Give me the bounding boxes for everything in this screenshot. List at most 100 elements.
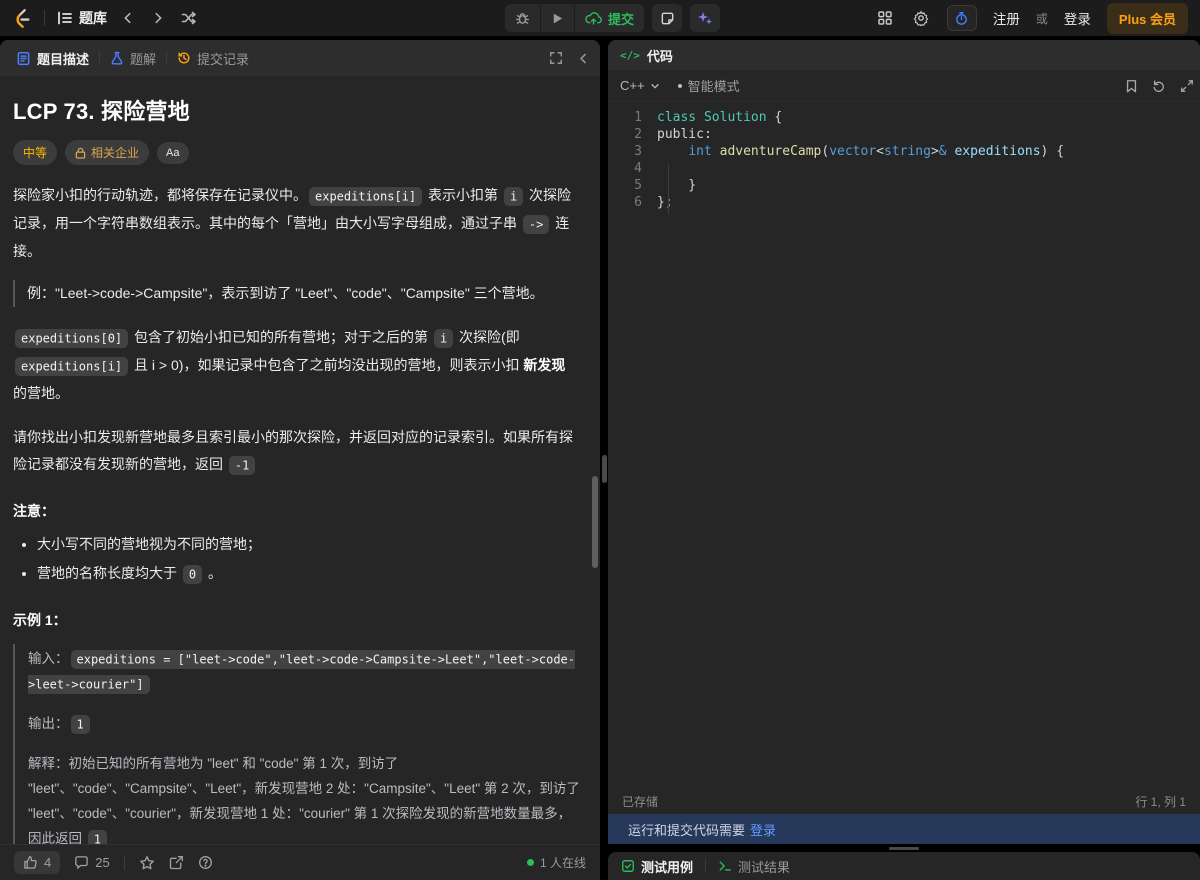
collapse-panel-icon[interactable] [577,52,590,65]
fullscreen-icon[interactable] [549,51,563,65]
leetcode-logo[interactable] [10,6,32,30]
code-icon: </> [620,48,640,62]
share-button[interactable] [169,855,184,870]
example-1-title: 示例 1： [13,612,67,628]
code-panel: </> 代码 C++ 智能模式 1 class Solution {2 pub… [608,40,1200,844]
panel-resizer-horizontal[interactable] [608,844,1200,852]
reset-code-icon[interactable] [1152,79,1166,93]
next-problem-button[interactable] [149,9,167,27]
paragraph: expeditions[0] 包含了初始小扣已知的所有营地；对于之后的第 i 次… [13,328,566,401]
divider [166,51,168,65]
console-panel: 测试用例 测试结果 [608,852,1200,880]
comments-button[interactable]: 25 [74,855,110,870]
tab-submissions-label: 提交记录 [197,51,250,67]
problem-list-nav[interactable]: 题库 [57,8,107,28]
bug-icon [516,12,529,24]
terminal-icon [719,861,731,871]
plus-membership-button[interactable]: Plus 会员 [1106,2,1188,34]
help-button[interactable] [198,855,213,870]
translate-badge[interactable]: Aa [157,141,189,164]
chevron-down-icon [650,83,659,89]
divider [123,855,125,870]
problem-title: LCP 73. 探险营地 [13,99,190,124]
difficulty-badge[interactable]: 中等 [13,140,58,165]
code-line: 2 public: [634,127,712,142]
tag-row: 中等 相关企业 Aa [13,140,582,165]
sparkle-icon [698,12,713,25]
code-line: 1 class Solution { [634,110,783,125]
note-item: 大小写不同的营地视为不同的营地； [37,531,582,558]
code-panel-title: 代码 [646,48,673,64]
like-button[interactable]: 4 [14,851,61,874]
editor-toolbar: C++ 智能模式 [608,70,1200,102]
register-link[interactable]: 注册 [993,8,1020,28]
online-dot-icon [526,859,534,866]
divider [705,859,707,873]
example-output: 输出： 1 [28,711,582,736]
grid-icon [878,11,892,25]
run-submit-group: 提交 [505,4,645,32]
tab-description-label: 题目描述 [37,51,90,67]
ai-assistant-button[interactable] [690,4,721,32]
language-select[interactable]: C++ [620,78,660,93]
problem-content: LCP 73. 探险营地 中等 相关企业 Aa 探险家小扣的行动轨迹，都将保存在… [0,76,600,844]
login-link[interactable]: 登录 [1064,8,1091,28]
code-line: 3 int adventureCamp(vector<string>& expe… [634,144,1065,159]
bookmark-icon[interactable] [1125,79,1138,93]
tab-description[interactable]: 题目描述 [10,49,95,68]
tab-testcase[interactable]: 测试用例 [621,857,693,876]
tab-test-result[interactable]: 测试结果 [718,857,790,876]
comment-count: 25 [95,855,110,870]
settings-button[interactable] [911,8,931,28]
run-button[interactable] [540,4,574,32]
tab-solutions-label: 题解 [130,51,157,67]
smart-mode-label: 智能模式 [687,79,740,94]
note-title: 注意： [13,503,55,519]
code-line: 4 [634,161,642,176]
description-panel: 题目描述 题解 提交记录 LCP 73. 探险营地 中等 相关企业 Aa 探险家… [0,40,600,880]
tab-submissions[interactable]: 提交记录 [171,49,255,68]
comment-icon [75,856,89,869]
online-count: 1 人在线 [539,856,586,870]
scrollbar-thumb[interactable] [592,476,598,568]
example-input: 输入： expeditions = ["leet->code","leet->co… [28,646,582,696]
prev-problem-button[interactable] [119,9,137,27]
gear-icon [913,10,929,26]
related-companies-badge[interactable]: 相关企业 [65,140,150,165]
checkbox-icon [622,860,634,872]
lock-icon [75,147,86,159]
timer-button[interactable] [946,5,977,31]
like-count: 4 [44,855,52,870]
login-banner-link[interactable]: 登录 [750,820,776,839]
flask-icon [111,51,123,65]
paragraph: 请你找出小扣发现新营地最多且索引最小的那次探险，并返回对应的记录索引。如果所有探… [13,424,582,479]
panel-resizer-vertical[interactable] [600,40,608,880]
description-tabbar: 题目描述 题解 提交记录 [0,40,600,76]
cloud-upload-icon [585,11,602,25]
random-problem-button[interactable] [179,8,199,28]
smart-mode-toggle[interactable]: 智能模式 [677,76,740,95]
login-required-banner: 运行和提交代码需要 登录 [608,814,1200,844]
thumbs-up-icon [24,856,37,869]
problem-list-icon [58,11,72,25]
tab-solutions[interactable]: 题解 [104,49,162,68]
example-1-block: 输入： expeditions = ["leet->code","leet->co… [13,644,582,844]
apps-grid-button[interactable] [875,8,895,28]
cursor-position: 行 1, 列 1 [1135,794,1186,809]
editor-status-bar: 已存储 行 1, 列 1 [608,788,1200,814]
notes-button[interactable] [652,4,683,32]
code-line: 6}; [634,195,673,210]
indent-guide [668,164,669,214]
question-icon [198,856,212,869]
note-list: 大小写不同的营地视为不同的营地； 营地的名称长度均大于 0 。 [13,531,582,588]
workspace: 题目描述 题解 提交记录 LCP 73. 探险营地 中等 相关企业 Aa 探险家… [0,40,1200,880]
note-icon [661,12,673,24]
code-editor[interactable]: 1 class Solution { 2 public: 3 int adventu… [608,102,1200,788]
favorite-button[interactable] [139,855,155,871]
expand-editor-icon[interactable] [1180,79,1194,93]
example-explanation: 解释：初始已知的所有营地为 "leet" 和 "code" 第 1 次，到访了 … [28,751,582,844]
online-status: 1 人在线 [526,854,586,871]
history-icon [178,52,190,64]
submit-button[interactable]: 提交 [574,4,644,32]
debug-button[interactable] [505,4,540,32]
